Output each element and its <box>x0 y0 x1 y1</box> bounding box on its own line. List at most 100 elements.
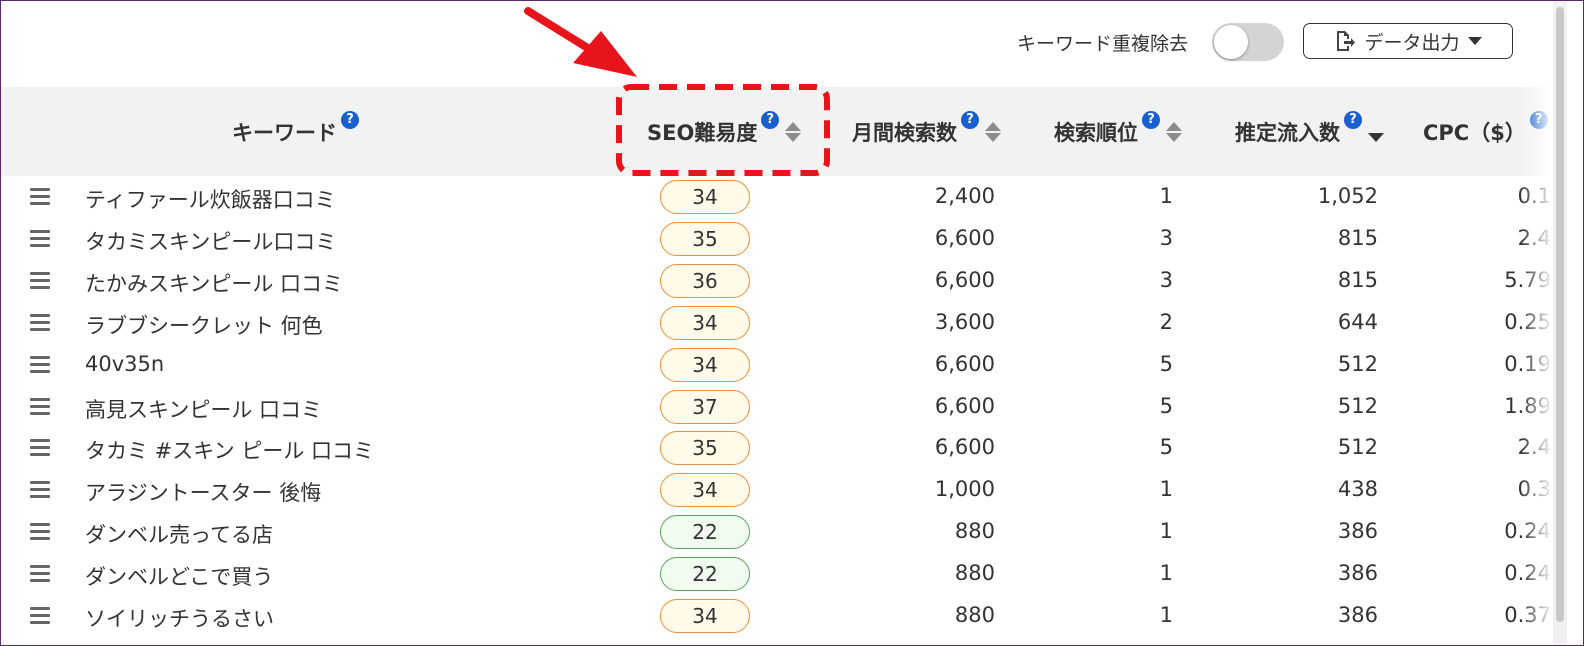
seo-difficulty-badge: 22 <box>660 557 750 592</box>
toggle-knob <box>1214 25 1248 59</box>
table-row[interactable]: 40v35n 34 6,600 5 512 0.19 <box>1 345 1551 387</box>
estimated-traffic-cell: 386 <box>1337 561 1378 586</box>
drag-handle-icon[interactable] <box>30 607 50 625</box>
cpc-cell: 0.37 <box>1504 603 1551 627</box>
keyword-cell[interactable]: ダンベル売ってる店 <box>85 519 273 549</box>
keyword-cell[interactable]: たかみスキンピール 口コミ <box>85 268 343 298</box>
export-button[interactable]: データ出力 <box>1303 23 1513 59</box>
column-header-label: SEO難易度 <box>647 121 758 145</box>
seo-difficulty-badge: 34 <box>660 305 750 340</box>
drag-handle-icon[interactable] <box>30 271 50 290</box>
table-row[interactable]: 高見スキンピール 口コミ 37 6,600 5 512 1.89 <box>1 387 1551 429</box>
cpc-cell: 2.4 <box>1517 435 1551 460</box>
estimated-traffic-cell: 1,052 <box>1317 184 1378 208</box>
help-icon[interactable]: ? <box>1529 111 1548 129</box>
drag-handle-icon[interactable] <box>30 565 50 583</box>
seo-difficulty-badge: 35 <box>660 431 750 466</box>
drag-handle-icon[interactable] <box>30 229 50 248</box>
search-rank-cell: 5 <box>1159 435 1173 460</box>
monthly-volume-cell: 1,000 <box>934 477 995 502</box>
search-rank-cell: 1 <box>1159 519 1173 544</box>
search-rank-cell: 1 <box>1159 477 1173 502</box>
keyword-cell[interactable]: タカミ #スキン ピール 口コミ <box>85 435 374 465</box>
search-rank-cell: 5 <box>1159 351 1173 376</box>
table-row[interactable]: ラブブシークレット 何色 34 3,600 2 644 0.25 <box>1 303 1551 345</box>
estimated-traffic-cell: 386 <box>1337 519 1378 544</box>
table-row[interactable]: タカミスキンピール口コミ 35 6,600 3 815 2.4 <box>1 219 1551 261</box>
table-row[interactable]: ティファール炊飯器口コミ 34 2,400 1 1,052 0.1 <box>1 177 1551 219</box>
column-header-monthly-volume[interactable]: 月間検索数 ? <box>852 111 1001 147</box>
column-header-search-rank[interactable]: 検索順位 ? <box>1054 111 1182 147</box>
table-row[interactable]: ダンベル売ってる店 22 880 1 386 0.24 <box>1 512 1551 554</box>
keyword-cell[interactable]: ティファール炊飯器口コミ <box>85 184 336 214</box>
seo-difficulty-badge: 34 <box>660 347 750 382</box>
monthly-volume-cell: 6,600 <box>934 351 995 376</box>
sort-icon[interactable] <box>985 122 1001 142</box>
cpc-cell: 0.19 <box>1504 351 1551 376</box>
seo-difficulty-badge: 34 <box>660 473 750 508</box>
column-header-label: キーワード <box>232 121 337 145</box>
scrollbar-thumb[interactable] <box>1556 7 1564 622</box>
sort-icon[interactable] <box>1166 122 1182 142</box>
keyword-cell[interactable]: タカミスキンピール口コミ <box>85 226 336 256</box>
estimated-traffic-cell: 815 <box>1337 267 1378 292</box>
table-row[interactable]: アラジントースター 後悔 34 1,000 1 438 0.3 <box>1 470 1551 512</box>
drag-handle-icon[interactable] <box>30 481 50 499</box>
arrow-head <box>573 31 637 77</box>
monthly-volume-cell: 6,600 <box>934 267 995 292</box>
drag-handle-icon[interactable] <box>30 188 50 206</box>
column-header-cpc[interactable]: CPC（$） ? <box>1423 111 1548 147</box>
drag-handle-icon[interactable] <box>30 397 50 416</box>
dedupe-toggle[interactable] <box>1212 23 1284 61</box>
column-header-estimated-traffic[interactable]: 推定流入数 ? <box>1235 111 1384 147</box>
monthly-volume-cell: 6,600 <box>934 393 995 418</box>
help-icon[interactable]: ? <box>1344 111 1362 129</box>
cpc-cell: 0.25 <box>1504 309 1551 334</box>
drag-handle-icon[interactable] <box>30 523 50 541</box>
file-export-icon <box>1334 30 1356 52</box>
seo-difficulty-badge: 22 <box>660 515 750 550</box>
column-header-seo-difficulty[interactable]: SEO難易度 ? <box>647 111 802 147</box>
seo-difficulty-badge: 36 <box>660 263 750 298</box>
estimated-traffic-cell: 644 <box>1337 309 1378 334</box>
drag-handle-icon[interactable] <box>30 439 50 457</box>
cpc-cell: 1.89 <box>1504 393 1551 418</box>
sort-icon[interactable] <box>785 122 802 142</box>
estimated-traffic-cell: 512 <box>1337 435 1378 460</box>
caret-down-icon <box>1467 36 1482 46</box>
search-rank-cell: 1 <box>1159 184 1173 208</box>
keyword-cell[interactable]: アラジントースター 後悔 <box>85 477 321 507</box>
drag-handle-icon[interactable] <box>30 313 50 332</box>
cpc-cell: 0.1 <box>1517 184 1551 208</box>
keyword-cell[interactable]: 40v35n <box>85 352 164 376</box>
estimated-traffic-cell: 386 <box>1337 603 1378 627</box>
export-button-label: データ出力 <box>1364 31 1460 54</box>
table-row[interactable]: タカミ #スキン ピール 口コミ 35 6,600 5 512 2.4 <box>1 428 1551 470</box>
keyword-cell[interactable]: ソイリッチうるさい <box>85 603 274 633</box>
column-header-keyword[interactable]: キーワード ? <box>232 111 359 147</box>
search-rank-cell: 1 <box>1159 603 1173 627</box>
sort-desc-icon[interactable] <box>1368 123 1384 142</box>
help-icon[interactable]: ? <box>1142 111 1160 129</box>
table-row[interactable]: ダンベルどこで買う 22 880 1 386 0.24 <box>1 554 1551 596</box>
help-icon[interactable]: ? <box>961 111 979 129</box>
table-row[interactable]: ソイリッチうるさい 34 880 1 386 0.37 <box>1 596 1551 638</box>
keyword-cell[interactable]: ダンベルどこで買う <box>85 561 273 591</box>
keyword-cell[interactable]: 高見スキンピール 口コミ <box>85 394 322 424</box>
keyword-cell[interactable]: ラブブシークレット 何色 <box>85 310 323 340</box>
monthly-volume-cell: 880 <box>954 519 995 544</box>
dedupe-label: キーワード重複除去 <box>1017 33 1189 55</box>
table-row[interactable]: たかみスキンピール 口コミ 36 6,600 3 815 5.79 <box>1 261 1551 303</box>
search-rank-cell: 5 <box>1159 393 1173 418</box>
column-header-label: 検索順位 <box>1054 121 1138 145</box>
cpc-cell: 5.79 <box>1504 267 1551 292</box>
help-icon[interactable]: ? <box>341 111 359 129</box>
estimated-traffic-cell: 815 <box>1337 225 1378 250</box>
monthly-volume-cell: 880 <box>954 561 995 586</box>
search-rank-cell: 1 <box>1159 561 1173 586</box>
monthly-volume-cell: 6,600 <box>934 435 995 460</box>
help-icon[interactable]: ? <box>761 111 780 129</box>
search-rank-cell: 3 <box>1159 267 1173 292</box>
drag-handle-icon[interactable] <box>30 355 50 374</box>
monthly-volume-cell: 3,600 <box>934 309 995 334</box>
